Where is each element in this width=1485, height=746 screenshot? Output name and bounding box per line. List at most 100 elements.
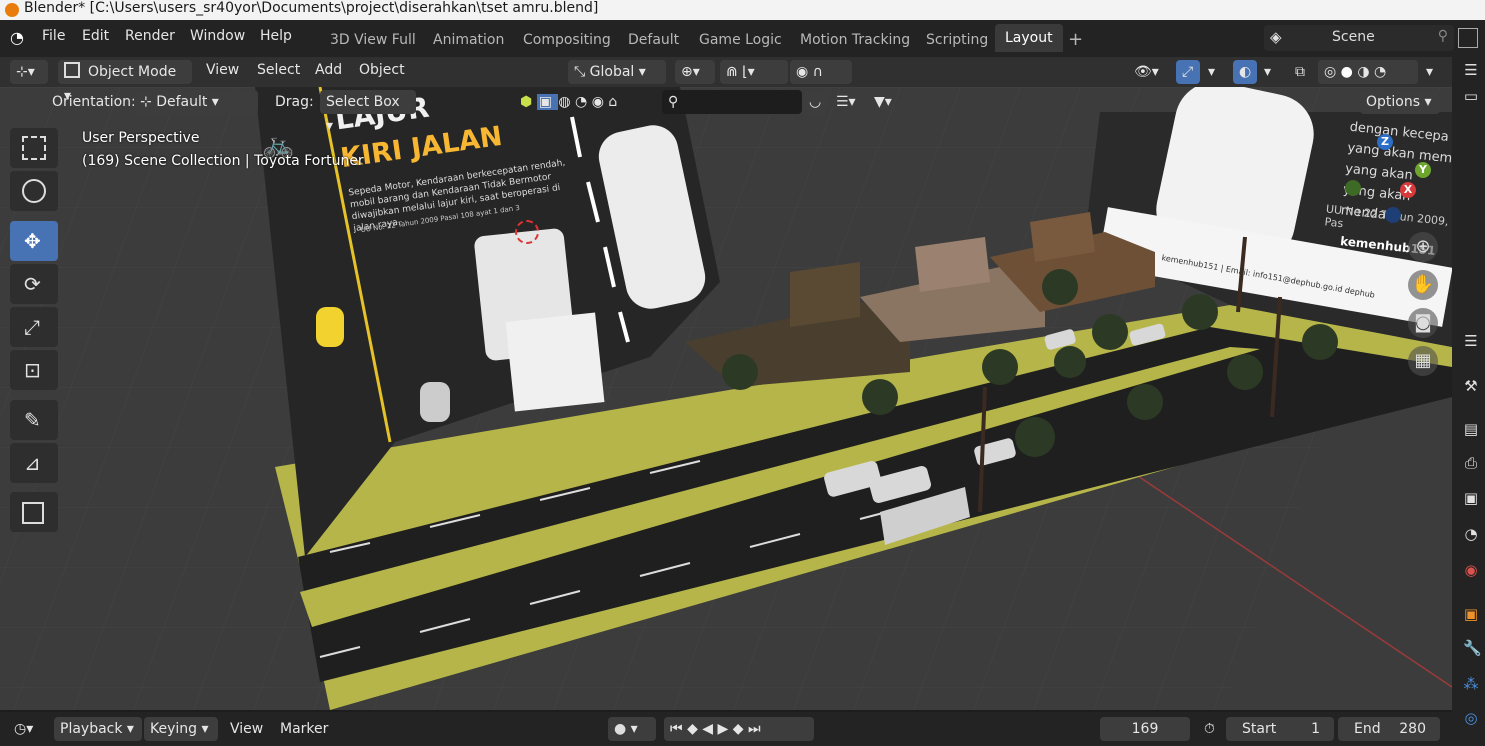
- tab-3d-view-full[interactable]: 3D View Full: [330, 32, 416, 48]
- material-shading-icon[interactable]: ◑: [1357, 64, 1374, 80]
- physics-properties-icon[interactable]: ◎: [1463, 710, 1479, 726]
- search-input[interactable]: ⚲: [662, 90, 802, 114]
- menu-window[interactable]: Window: [190, 28, 245, 44]
- next-keyframe-icon[interactable]: ◆: [733, 721, 748, 737]
- blender-menu-icon[interactable]: ◔: [10, 28, 30, 48]
- gizmo-toggle-icon[interactable]: ⤢: [1176, 60, 1200, 84]
- camera-view-icon[interactable]: ◙: [1408, 308, 1438, 338]
- keying-menu[interactable]: Keying ▾: [144, 717, 218, 741]
- pan-hand-icon[interactable]: ✋: [1408, 270, 1438, 300]
- select-box-tool[interactable]: [10, 128, 58, 168]
- tool-properties-icon[interactable]: ⚒: [1463, 378, 1479, 394]
- scene-selector[interactable]: ◈ Scene ⚲: [1264, 25, 1454, 51]
- current-frame-field[interactable]: 169: [1100, 717, 1190, 741]
- menu-object[interactable]: Object: [359, 62, 405, 78]
- end-frame-field[interactable]: End 280: [1338, 717, 1440, 741]
- mode-dropdown[interactable]: Object Mode ▾: [58, 60, 192, 104]
- shading-modes[interactable]: ◎ ● ◑ ◔: [1318, 60, 1418, 84]
- modifier-properties-icon[interactable]: 🔧: [1463, 640, 1482, 656]
- menu-file[interactable]: File: [42, 28, 65, 44]
- transform-tool[interactable]: ⊡: [10, 350, 58, 390]
- view-layer-icon[interactable]: [1458, 28, 1478, 48]
- select-object-icon[interactable]: ▣: [536, 94, 559, 110]
- menu-add[interactable]: Add: [315, 62, 342, 78]
- play-icon[interactable]: ▶: [718, 721, 733, 737]
- tab-scripting[interactable]: Scripting: [926, 32, 988, 48]
- gizmo-x-axis[interactable]: X: [1400, 182, 1416, 198]
- tab-game-logic[interactable]: Game Logic: [699, 32, 782, 48]
- menu-edit[interactable]: Edit: [82, 28, 109, 44]
- proportional-edit-icon[interactable]: ◉ ∩: [790, 60, 852, 84]
- rotate-tool[interactable]: ⟳: [10, 264, 58, 304]
- snap-icon[interactable]: ⋒ ⌊▾: [720, 60, 788, 84]
- editor-type-icon[interactable]: ⊹▾: [10, 60, 48, 84]
- gizmo-y-axis[interactable]: Y: [1415, 162, 1431, 178]
- marker-menu[interactable]: Marker: [280, 721, 328, 737]
- tab-layout[interactable]: Layout: [995, 24, 1063, 52]
- output-properties-icon[interactable]: ⎙: [1463, 455, 1479, 471]
- menu-render[interactable]: Render: [125, 28, 175, 44]
- annotate-tool[interactable]: ✎: [10, 400, 58, 440]
- visibility-icon[interactable]: 👁▾: [1128, 60, 1170, 84]
- jump-start-icon[interactable]: ⏮: [670, 721, 687, 737]
- scale-tool[interactable]: ⤢: [10, 307, 58, 347]
- drag-dropdown[interactable]: Select Box ▾: [320, 90, 416, 134]
- jump-end-icon[interactable]: ⏭: [748, 721, 761, 737]
- cursor-tool[interactable]: [10, 171, 58, 211]
- pin-icon[interactable]: ⚲: [1438, 28, 1448, 44]
- tab-motion-tracking[interactable]: Motion Tracking: [800, 32, 910, 48]
- timeline-editor-icon[interactable]: ◷▾: [8, 717, 48, 741]
- sort-icon[interactable]: ☰▾: [830, 90, 866, 114]
- rendered-shading-icon[interactable]: ◔: [1374, 64, 1386, 80]
- color-cube-icon[interactable]: ⬢: [520, 94, 537, 110]
- start-frame-field[interactable]: Start 1: [1226, 717, 1334, 741]
- scene-properties-icon[interactable]: ◔: [1463, 526, 1479, 542]
- gizmo-dropdown-icon[interactable]: ▾: [1202, 60, 1222, 84]
- menu-view[interactable]: View: [206, 62, 239, 78]
- tab-animation[interactable]: Animation: [433, 32, 504, 48]
- add-workspace-icon[interactable]: +: [1068, 29, 1083, 50]
- wireframe-shading-icon[interactable]: ◎: [1324, 64, 1341, 80]
- transform-orientation-dropdown[interactable]: ⤡ Global ▾: [568, 60, 666, 84]
- world-properties-icon[interactable]: ◉: [1463, 562, 1479, 578]
- measure-tool[interactable]: ⊿: [10, 443, 58, 483]
- mesh-icon[interactable]: ◍: [558, 94, 575, 110]
- overlay-dropdown-icon[interactable]: ▾: [1258, 60, 1278, 84]
- orientation-dropdown[interactable]: ⊹ Default ▾: [134, 90, 258, 114]
- object-properties-icon[interactable]: ▣: [1463, 606, 1479, 622]
- funnel-icon[interactable]: ▼▾: [868, 90, 906, 114]
- overlay-toggle-icon[interactable]: ◐: [1233, 60, 1257, 84]
- light-icon[interactable]: ◔: [575, 94, 592, 110]
- stopwatch-icon[interactable]: ⏱: [1198, 717, 1222, 741]
- xray-icon[interactable]: ⧉: [1289, 60, 1311, 84]
- view-layer-properties-icon[interactable]: ▣: [1463, 490, 1479, 506]
- filter-toggle-icon[interactable]: ◡: [803, 90, 827, 114]
- gizmo-z-axis[interactable]: Z: [1377, 134, 1393, 150]
- record-button[interactable]: ● ▾: [608, 717, 656, 741]
- render-properties-icon[interactable]: ▤: [1463, 421, 1479, 437]
- tab-compositing[interactable]: Compositing: [523, 32, 611, 48]
- options-dropdown[interactable]: Options ▾: [1360, 90, 1440, 114]
- shading-dropdown-icon[interactable]: ▾: [1420, 60, 1440, 84]
- add-cube-tool[interactable]: [10, 492, 58, 532]
- zoom-icon[interactable]: ⊕: [1408, 232, 1438, 262]
- gizmo-neg-z[interactable]: [1385, 207, 1401, 223]
- solid-shading-icon[interactable]: ●: [1341, 64, 1358, 80]
- timeline-view-menu[interactable]: View: [230, 721, 263, 737]
- pivot-icon[interactable]: ⊕▾: [675, 60, 715, 84]
- outliner-icon[interactable]: ☰: [1463, 62, 1479, 78]
- playback-menu[interactable]: Playback ▾: [54, 717, 142, 741]
- menu-help[interactable]: Help: [260, 28, 292, 44]
- 3d-viewport[interactable]: LAJUR KIRI JALAN Sepeda Motor, Kendaraan…: [0, 87, 1452, 710]
- camera-icon[interactable]: ⌂: [608, 94, 617, 110]
- play-reverse-icon[interactable]: ◀: [702, 721, 717, 737]
- selectability-icons[interactable]: ⬢ ▣ ◍ ◔ ◉ ⌂: [514, 90, 660, 114]
- menu-select[interactable]: Select: [257, 62, 300, 78]
- properties-editor-icon[interactable]: ☰: [1463, 333, 1479, 349]
- outliner-filter-icon[interactable]: ▭: [1463, 88, 1479, 104]
- tab-default[interactable]: Default: [628, 32, 679, 48]
- particles-properties-icon[interactable]: ⁂: [1463, 676, 1479, 692]
- prev-keyframe-icon[interactable]: ◆: [687, 721, 702, 737]
- move-tool[interactable]: ✥: [10, 221, 58, 261]
- world-icon[interactable]: ◉: [592, 94, 609, 110]
